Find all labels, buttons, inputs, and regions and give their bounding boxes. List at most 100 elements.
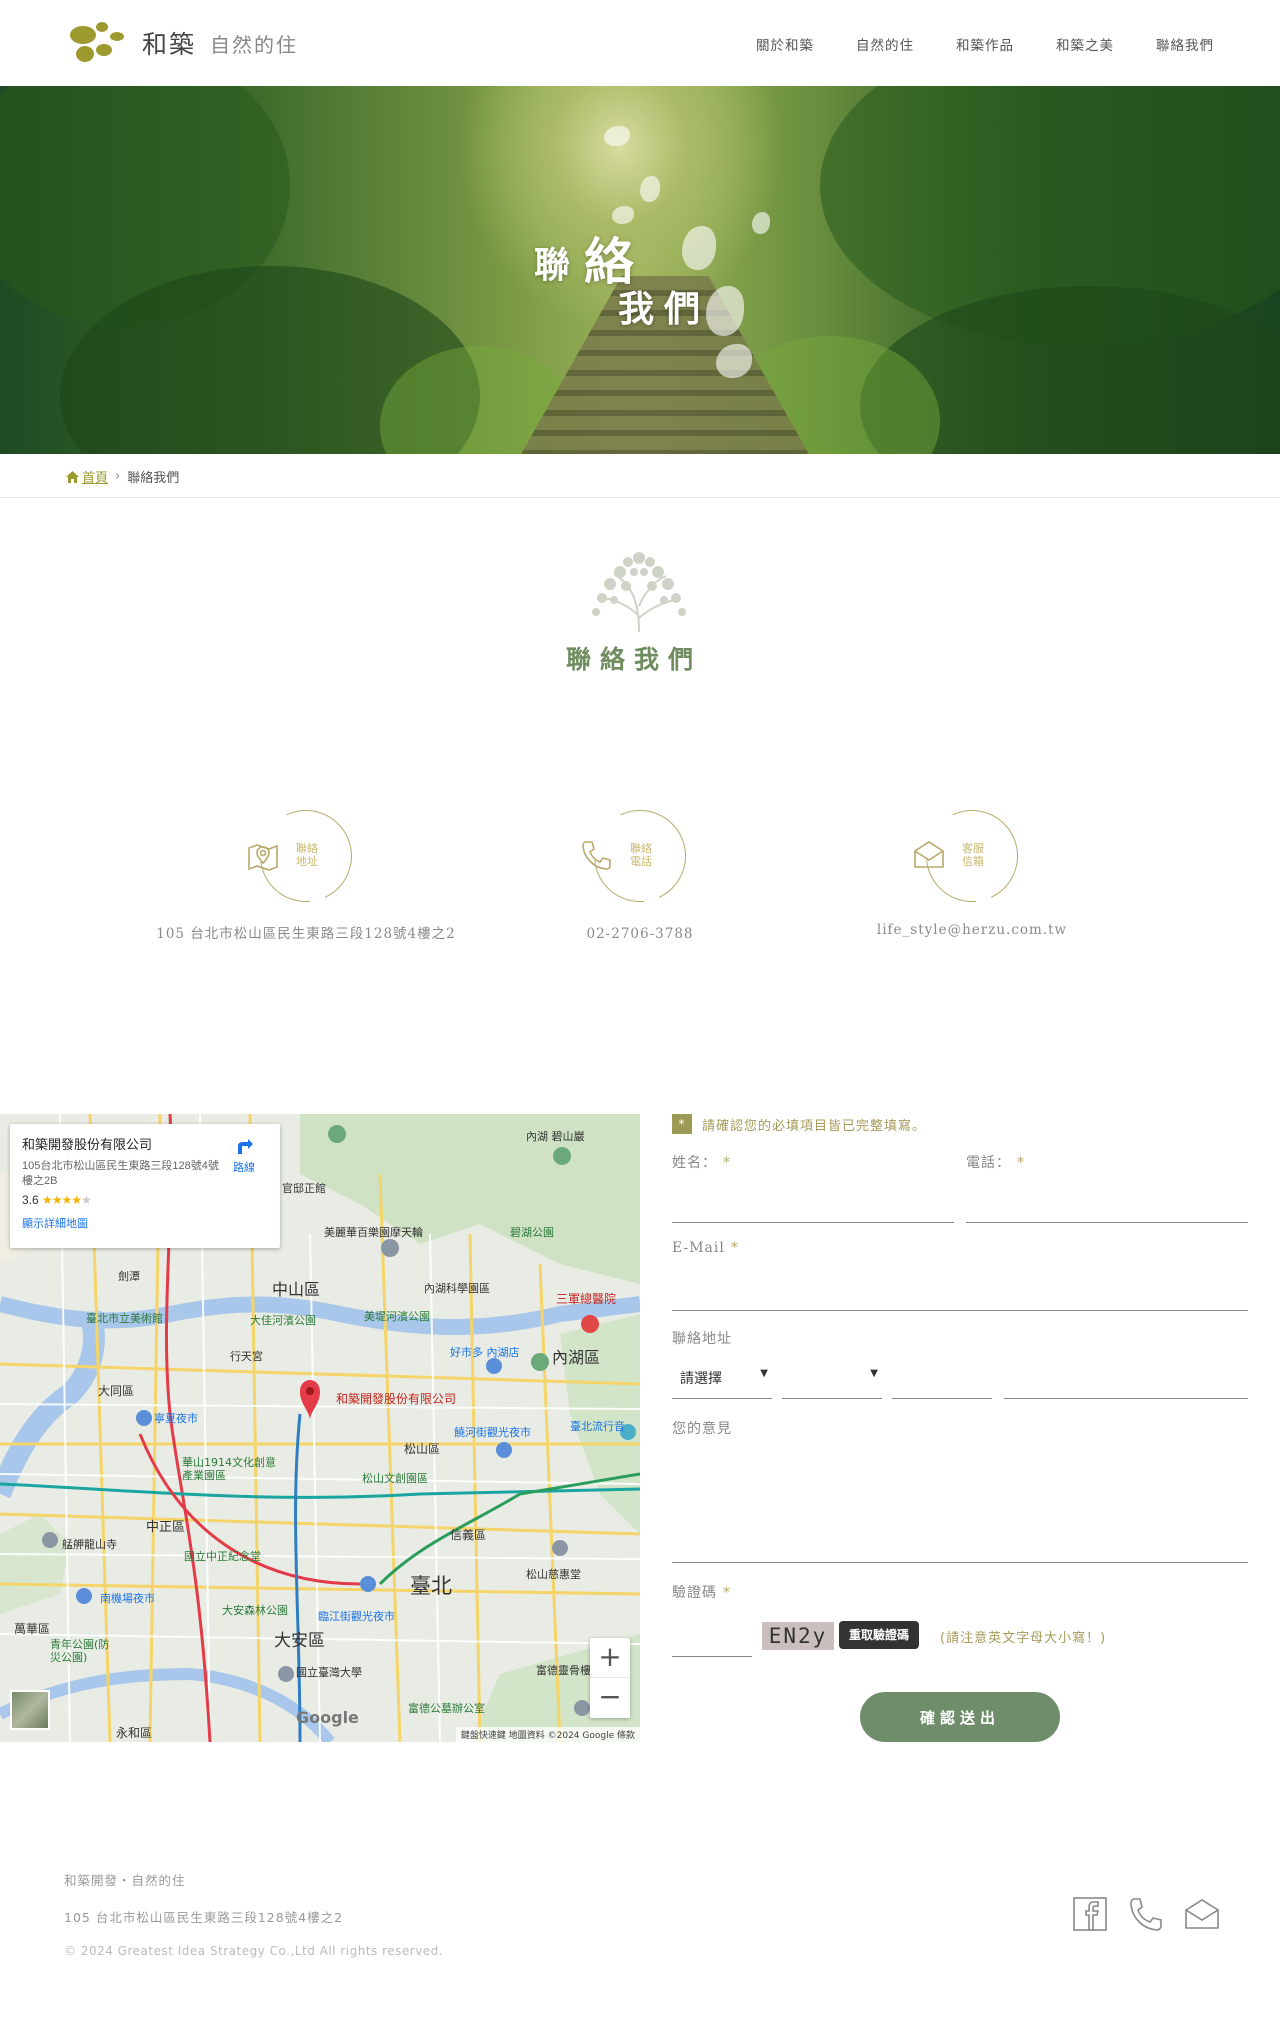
zoom-in-button[interactable]: + (590, 1638, 630, 1678)
map-label: 大同區 (98, 1384, 135, 1398)
google-map[interactable]: 和築開發股份有限公司 內湖 碧山巖 官邸正館 美麗華百樂園摩天輪 碧湖公園 劍潭… (0, 1114, 640, 1742)
map-label: 寧夏夜市 (154, 1412, 198, 1425)
city-select-value: 請選擇 (680, 1371, 722, 1387)
email-field[interactable] (672, 1310, 1248, 1311)
info-label: 客服信箱 (962, 842, 984, 868)
mail-icon[interactable] (1184, 1896, 1220, 1932)
hero-banner: 聯 絡 我 們 (0, 86, 1280, 454)
submit-button[interactable]: 確認送出 (860, 1692, 1060, 1742)
info-ring: 客服信箱 (907, 791, 1037, 921)
opinion-textarea[interactable] (672, 1562, 1248, 1563)
phone-text[interactable]: 02-2706-3788 (490, 924, 790, 945)
nav-item-contact[interactable]: 聯絡我們 (1156, 34, 1214, 54)
required-notice-text: 請確認您的必填項目皆已完整填寫。 (702, 1118, 927, 1134)
address-text: 105 台北市松山區民生東路三段128號4樓之2 (156, 926, 456, 942)
section-title: 聯絡我們 (565, 645, 702, 674)
map-label: 饒河街觀光夜市 (454, 1426, 531, 1439)
phone-icon (582, 841, 611, 870)
captcha-input[interactable] (672, 1656, 752, 1657)
map-label: 青年公園(防災公園) (50, 1638, 110, 1664)
map-label: 內湖 碧山巖 (526, 1130, 585, 1143)
footer-company: 和築開發・自然的住 (64, 1873, 186, 1888)
opinion-label: 您的意見 (672, 1421, 732, 1437)
facebook-icon[interactable] (1072, 1896, 1108, 1932)
zipcode-field[interactable] (892, 1398, 992, 1399)
info-label: 聯絡電話 (630, 842, 652, 868)
nav-item-natural-living[interactable]: 自然的住 (856, 34, 914, 54)
map-label: 大安森林公園 (222, 1604, 288, 1617)
home-icon (66, 470, 79, 483)
map-label: 內湖科學園區 (424, 1282, 490, 1295)
address-label: 聯絡地址 (672, 1331, 732, 1347)
captcha-label: 驗證碼 * (672, 1585, 731, 1601)
phone-field[interactable] (966, 1222, 1248, 1223)
rating-stars-icon: ★★★★ (42, 1193, 82, 1207)
divider (0, 497, 1280, 498)
hero-title-char: 們 (664, 288, 701, 330)
map-label: 臺北 (410, 1574, 452, 1598)
map-label: 內湖區 (552, 1348, 601, 1367)
name-field[interactable] (672, 1222, 954, 1223)
map-label: 劍潭 (118, 1270, 140, 1283)
brand-tagline: 自然的住 (210, 32, 299, 57)
breadcrumb-home-label: 首頁 (82, 471, 109, 486)
map-label: 華山1914文化創意產業園區 (182, 1456, 276, 1482)
map-label: 大安區 (274, 1631, 325, 1651)
map-label: 國立中正紀念堂 (184, 1550, 261, 1563)
site-logo[interactable]: 和築 自然的住 (66, 18, 298, 68)
city-select[interactable]: 請選擇 ▼ (672, 1368, 772, 1390)
place-rating: 3.6 ★★★★★ (22, 1193, 268, 1207)
map-label: 美麗華百樂園摩天輪 (324, 1226, 423, 1239)
name-label: 姓名： * (672, 1155, 731, 1171)
footer-social (1072, 1896, 1220, 1932)
chevron-right-icon: › (115, 469, 121, 484)
breadcrumb-home[interactable]: 首頁 (66, 467, 108, 486)
tree-ornament-icon (592, 552, 686, 633)
district-select-line (782, 1398, 882, 1399)
map-attribution[interactable]: 鍵盤快速鍵 地圖資料 ©2024 Google 條款 (455, 1727, 640, 1742)
directions-button[interactable]: 路線 (224, 1136, 264, 1175)
info-ring: 聯絡電話 (575, 791, 705, 921)
phone-icon[interactable] (1128, 1896, 1164, 1932)
rating-stars-empty-icon: ★ (81, 1193, 92, 1207)
map-zoom-control: + − (590, 1638, 630, 1718)
info-label: 聯絡地址 (296, 842, 318, 868)
hero-title-char: 聯 (534, 244, 571, 286)
info-ring: 聯絡地址 (241, 791, 371, 921)
dropdown-arrow-icon: ▼ (760, 1368, 768, 1379)
nav-item-beauty[interactable]: 和築之美 (1056, 34, 1114, 54)
dropdown-arrow-icon: ▼ (870, 1368, 878, 1379)
contact-info-phone: 聯絡電話 02-2706-3788 (490, 791, 790, 945)
breadcrumb: 首頁 › 聯絡我們 (66, 467, 179, 486)
map-label: 臨江街觀光夜市 (318, 1610, 395, 1623)
map-label: 三軍總醫院 (556, 1292, 617, 1306)
map-label: 行天宮 (230, 1350, 263, 1363)
map-label: 美堤河濱公園 (364, 1310, 430, 1323)
site-footer: 和築開發・自然的住 105 台北市松山區民生東路三段128號4樓之2 © 202… (64, 1870, 443, 1958)
email-text[interactable]: life_style@herzu.com.tw (822, 920, 1122, 941)
map-label: 艋舺龍山寺 (62, 1538, 117, 1551)
map-pin-icon (248, 844, 278, 871)
view-larger-map-link[interactable]: 顯示詳細地圖 (22, 1215, 268, 1231)
map-label: 信義區 (450, 1528, 487, 1542)
map-label: 中山區 (272, 1280, 321, 1299)
nav-item-about[interactable]: 關於和築 (756, 34, 814, 54)
map-label: 官邸正館 (282, 1182, 326, 1195)
map-label: 富德公墓辦公室 (408, 1702, 485, 1715)
directions-label: 路線 (233, 1162, 255, 1174)
rating-value: 3.6 (22, 1193, 39, 1207)
street-address-field[interactable] (1004, 1398, 1248, 1399)
map-label: 富德靈骨樓 (536, 1664, 591, 1677)
district-select[interactable]: ▼ (782, 1368, 882, 1390)
hero-title-char: 我 (618, 288, 655, 330)
map-satellite-toggle[interactable] (10, 1690, 50, 1730)
map-label: 松山文創園區 (362, 1472, 428, 1485)
map-pin-label: 和築開發股份有限公司 (336, 1392, 457, 1406)
zoom-out-button[interactable]: − (590, 1678, 630, 1718)
map-label: 永和區 (116, 1726, 153, 1740)
reload-captcha-button[interactable]: 重取驗證碼 (839, 1621, 920, 1649)
captcha-image: EN2y (762, 1622, 834, 1650)
footer-copyright: © 2024 Greatest Idea Strategy Co.,Ltd Al… (64, 1944, 444, 1958)
nav-item-works[interactable]: 和築作品 (956, 34, 1014, 54)
mail-icon (914, 841, 944, 868)
